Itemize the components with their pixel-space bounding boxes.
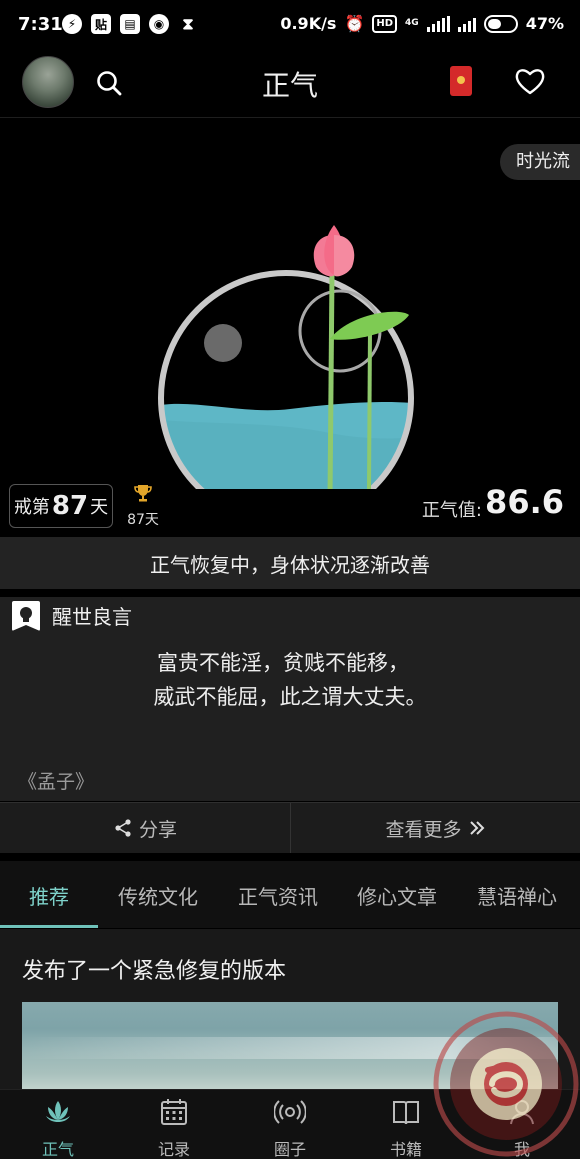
nav-label-zhengqi: 正气 [41, 1140, 74, 1159]
view-more-button[interactable]: 查看更多 [290, 803, 580, 853]
document-notification-icon: ▤ [120, 14, 140, 34]
top-app-bar: 正气 [0, 52, 580, 118]
quote-source: 《孟子》 [18, 771, 95, 793]
flash-notification-icon: ⚡ [62, 14, 82, 34]
days-suffix: 天 [90, 497, 109, 518]
quote-line-2: 威武不能屈，此之谓大丈夫。 [153, 685, 427, 709]
days-count: 87 [51, 491, 89, 521]
quote-line-1: 富贵不能淫，贫贱不能移， [157, 651, 409, 675]
active-tab-indicator [0, 925, 98, 928]
calendar-icon [161, 1099, 187, 1125]
heart-icon [515, 69, 545, 95]
hd-voice-icon: HD [372, 14, 398, 33]
tab-traditional-culture[interactable]: 传统文化 [118, 881, 198, 910]
broadcast-icon [273, 1100, 307, 1124]
status-system-icons: 0.9K/s ⏰ HD 4G 47% [280, 14, 564, 33]
hourglass-icon: ⧗ [182, 14, 194, 33]
nav-label-circle: 圈子 [273, 1140, 306, 1159]
favorite-button[interactable] [514, 66, 546, 96]
status-notification-icons: ⚡ 贴 ▤ ◉ ⧗ [62, 14, 198, 34]
share-icon [115, 819, 131, 837]
status-time: 7:31 [18, 14, 63, 35]
best-record-days: 87天 [127, 512, 159, 528]
battery-percent: 47% [525, 14, 564, 33]
signal-icon-2 [457, 16, 476, 32]
nav-record[interactable]: 记录 [134, 1096, 214, 1159]
quote-actions: 分享 查看更多 [0, 802, 580, 853]
watermark-seal-icon [433, 1011, 579, 1157]
network-type: 4G [405, 18, 419, 28]
red-packet-icon[interactable] [450, 66, 472, 96]
alarm-icon: ⏰ [344, 14, 365, 33]
network-speed: 0.9K/s [280, 14, 337, 33]
tab-mind-articles[interactable]: 修心文章 [357, 881, 437, 910]
hero-section: 时光流 戒第 87 天 87天 正气值: 86.6 [0, 119, 580, 536]
circle-app-icon: ◉ [149, 14, 169, 34]
lotus-icon [46, 1101, 70, 1122]
days-prefix: 戒第 [13, 497, 50, 518]
post-title[interactable]: 发布了一个紧急修复的版本 [22, 953, 286, 985]
lotus-globe-illustration [158, 225, 414, 489]
bulb-badge-icon [12, 601, 40, 631]
tab-zhengqi-news[interactable]: 正气资讯 [238, 881, 318, 910]
nav-label-record: 记录 [157, 1140, 190, 1159]
battery-icon [483, 14, 518, 33]
book-icon [393, 1101, 419, 1125]
quote-section-title: 醒世良言 [52, 605, 132, 629]
recovery-status-message: 正气恢复中，身体状况逐渐改善 [0, 537, 580, 589]
lightbulb-icon [12, 607, 40, 631]
view-more-label: 查看更多 [385, 818, 462, 841]
zhengqi-value: 86.6 [485, 483, 564, 521]
content-tabs: 推荐 传统文化 正气资讯 修心文章 慧语禅心 [0, 861, 580, 928]
nav-zhengqi[interactable]: 正气 [18, 1096, 98, 1159]
abstinence-days-counter: 戒第 87 天 [9, 484, 113, 528]
share-button[interactable]: 分享 [0, 803, 290, 853]
tie-app-icon: 贴 [91, 14, 111, 34]
nav-circle[interactable]: 圈子 [250, 1096, 330, 1159]
zhengqi-label: 正气值: [421, 500, 482, 521]
tab-zen-words[interactable]: 慧语禅心 [477, 881, 557, 910]
signal-icon [426, 15, 450, 32]
page-title: 正气 [261, 69, 318, 102]
best-record[interactable]: 87天 [126, 483, 160, 529]
quote-card: 醒世良言 富贵不能淫，贫贱不能移， 威武不能屈，此之谓大丈夫。 《孟子》 [0, 597, 580, 801]
status-bar: 7:31 ⚡ 贴 ▤ ◉ ⧗ 0.9K/s ⏰ HD 4G 47% [0, 0, 580, 52]
share-label: 分享 [138, 818, 177, 841]
trophy-icon [134, 485, 152, 502]
tab-recommend[interactable]: 推荐 [29, 881, 69, 910]
time-flow-button[interactable]: 时光流 [500, 144, 580, 180]
double-chevron-right-icon [469, 821, 484, 835]
